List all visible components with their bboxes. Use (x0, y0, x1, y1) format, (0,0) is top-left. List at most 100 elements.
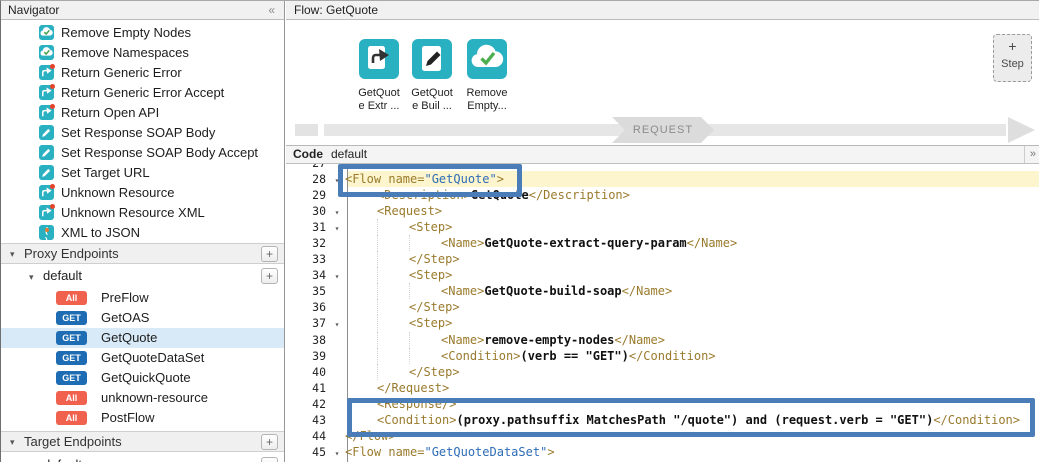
policy-label: Return Generic Error (61, 63, 182, 83)
proxy-default-label: default (43, 265, 82, 287)
code-tab-default[interactable]: default (331, 146, 367, 163)
code-text: <Step> (345, 268, 452, 282)
line-number: 29 (286, 187, 329, 203)
endpoint-item[interactable]: GET GetQuickQuote (1, 368, 284, 388)
method-badge: GET (56, 311, 87, 325)
line-number: 34 (286, 267, 329, 283)
policy-label: Set Target URL (61, 163, 150, 183)
toolbar-overflow-icon[interactable]: » (1024, 146, 1036, 163)
code-text: <Step> (345, 316, 452, 330)
target-endpoints-section[interactable]: ▾ Target Endpoints + (1, 431, 284, 452)
policy-label: Remove Namespaces (61, 43, 189, 63)
code-line-40[interactable]: 40</Step> (286, 364, 1039, 380)
endpoint-label: GetOAS (101, 308, 149, 328)
endpoint-item[interactable]: Allunknown-resource (1, 388, 284, 408)
endpoint-item[interactable]: AllPreFlow (1, 288, 284, 308)
pencil-icon (39, 125, 54, 140)
policy-item[interactable]: Unknown Resource (1, 183, 284, 203)
policy-list: Remove Empty NodesRemove NamespacesRetur… (1, 23, 284, 243)
line-number: 33 (286, 251, 329, 267)
policy-item[interactable]: Return Generic Error Accept (1, 83, 284, 103)
cloud-check-icon (39, 45, 54, 60)
code-text: <Name>remove-empty-nodes</Name> (345, 333, 665, 347)
chevron-down-icon[interactable]: ▾ (29, 455, 34, 462)
code-text: <Condition>(verb == "GET")</Condition> (345, 349, 716, 363)
line-number: 32 (286, 235, 329, 251)
code-line-35[interactable]: 35 <Name>GetQuote-build-soap</Name> (286, 283, 1039, 299)
code-line-31[interactable]: 31▾<Step> (286, 219, 1039, 235)
code-line-38[interactable]: 38<Name>remove-empty-nodes</Name> (286, 332, 1039, 348)
policy-item[interactable]: ( )XML to JSON (1, 223, 284, 243)
code-editor[interactable]: 27</Flow>28▾<Flow name="GetQuote">29<Des… (286, 164, 1039, 462)
line-number: 44 (286, 428, 329, 444)
endpoint-label: GetQuote (101, 328, 157, 348)
collapse-sidebar-button[interactable]: « (268, 1, 275, 19)
policy-label: Set Response SOAP Body (61, 123, 215, 143)
code-line-37[interactable]: 37▾<Step> (286, 315, 1039, 331)
flow-step-doc-pencil-icon[interactable] (412, 39, 452, 79)
braces-dot-icon: ( ) (39, 225, 54, 240)
code-line-45[interactable]: 45▾<Flow name="GetQuoteDataSet"> (286, 444, 1039, 460)
proxy-default-group[interactable]: ▾ default + (1, 265, 284, 287)
pencil-icon (39, 145, 54, 160)
line-number: 35 (286, 283, 329, 299)
flow-step-doc-arrow-icon[interactable] (359, 39, 399, 79)
target-default-group[interactable]: ▾ default + (1, 454, 284, 462)
line-number: 43 (286, 412, 329, 428)
method-badge: GET (56, 331, 87, 345)
chevron-down-icon[interactable]: ▾ (29, 266, 34, 288)
code-text: </Step> (345, 252, 460, 266)
policy-label: Unknown Resource (61, 183, 174, 203)
flow-step-label: GetQuote Extr ... (351, 87, 407, 113)
target-endpoints-label: Target Endpoints (24, 432, 122, 452)
line-number: 30 (286, 203, 329, 219)
policy-label: Return Generic Error Accept (61, 83, 224, 103)
policy-item[interactable]: Set Target URL (1, 163, 284, 183)
method-badge: GET (56, 371, 87, 385)
chevron-down-icon[interactable]: ▾ (10, 244, 15, 264)
code-text: </Request> (345, 381, 449, 395)
method-badge: GET (56, 351, 87, 365)
endpoint-label: GetQuoteDataSet (101, 348, 204, 368)
add-flow-button[interactable]: + (261, 268, 278, 284)
endpoint-item[interactable]: GET GetQuoteDataSet (1, 348, 284, 368)
flow-title: Flow: GetQuote (294, 3, 378, 17)
endpoint-item[interactable]: GET GetOAS (1, 308, 284, 328)
policy-item[interactable]: Return Open API (1, 103, 284, 123)
flow-title-bar: Flow: GetQuote (286, 1, 1039, 20)
code-line-33[interactable]: 33 </Step> (286, 251, 1039, 267)
endpoint-label: GetQuickQuote (101, 368, 191, 388)
code-line-36[interactable]: 36</Step> (286, 299, 1039, 315)
proxy-endpoints-section[interactable]: ▾ Proxy Endpoints + (1, 243, 284, 264)
code-line-34[interactable]: 34▾<Step> (286, 267, 1039, 283)
line-number: 28 (286, 171, 329, 187)
navigator-panel: Navigator « Remove Empty NodesRemove Nam… (1, 1, 285, 462)
line-number: 27 (286, 164, 329, 171)
code-text: <Name>GetQuote-build-soap</Name> (345, 284, 672, 298)
policy-item[interactable]: Return Generic Error (1, 63, 284, 83)
code-toolbar: Code default » (286, 146, 1039, 164)
plus-icon: + (994, 35, 1031, 57)
chevron-down-icon[interactable]: ▾ (10, 432, 15, 452)
endpoint-item[interactable]: AllPostFlow (1, 408, 284, 428)
policy-item[interactable]: Set Response SOAP Body (1, 123, 284, 143)
method-badge: All (56, 391, 87, 405)
add-target-endpoint-button[interactable]: + (261, 434, 278, 450)
policy-item[interactable]: Set Response SOAP Body Accept (1, 143, 284, 163)
add-proxy-endpoint-button[interactable]: + (261, 246, 278, 262)
method-badge: All (56, 291, 87, 305)
endpoint-item[interactable]: GET GetQuote (1, 328, 284, 348)
add-flow-button[interactable]: + (261, 457, 278, 462)
policy-item[interactable]: Unknown Resource XML (1, 203, 284, 223)
flow-step-cloud-check-icon[interactable] (467, 39, 507, 79)
cloud-check-icon (39, 25, 54, 40)
code-line-39[interactable]: 39<Condition>(verb == "GET")</Condition> (286, 348, 1039, 364)
code-text: <Request> (345, 204, 442, 218)
policy-item[interactable]: Remove Empty Nodes (1, 23, 284, 43)
code-line-41[interactable]: 41</Request> (286, 380, 1039, 396)
add-step-button[interactable]: + Step (993, 34, 1032, 82)
policy-item[interactable]: Remove Namespaces (1, 43, 284, 63)
code-line-32[interactable]: 32<Name>GetQuote-extract-query-param</Na… (286, 235, 1039, 251)
request-band-arrowhead-icon (1008, 117, 1035, 143)
code-line-30[interactable]: 30▾<Request> (286, 203, 1039, 219)
